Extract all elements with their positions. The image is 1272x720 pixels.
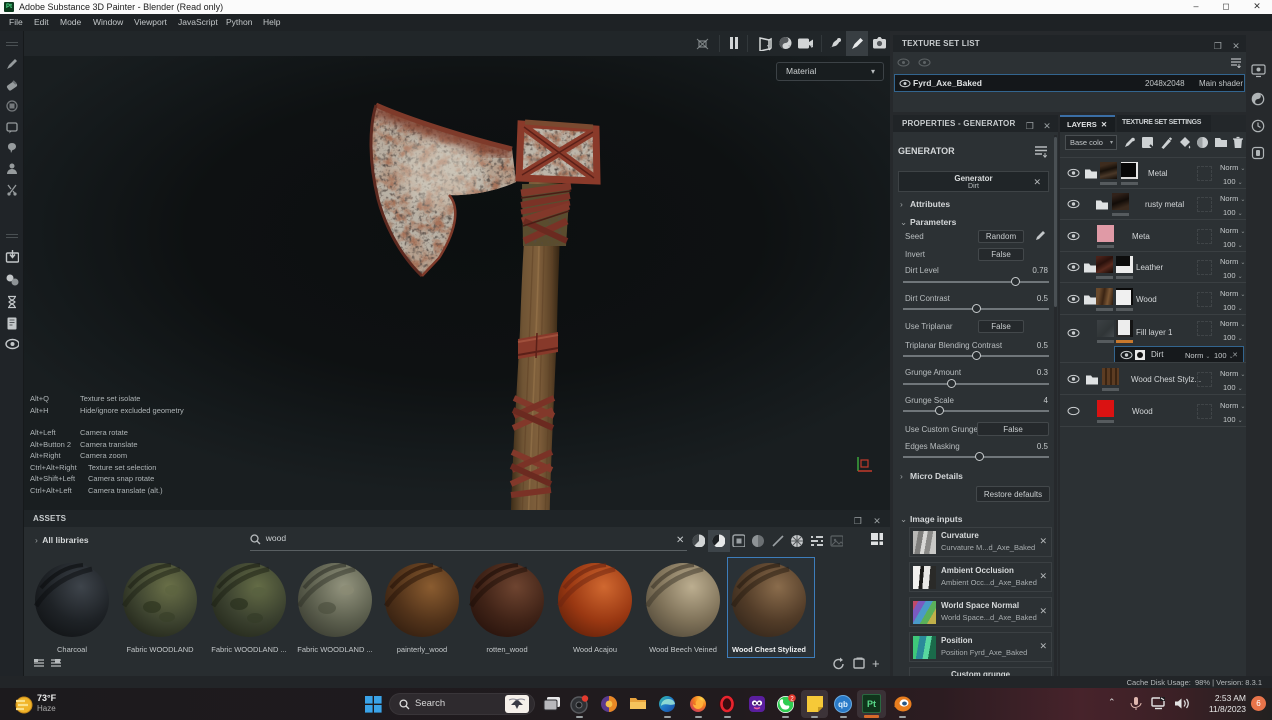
svg-text:qb: qb [838,700,848,709]
